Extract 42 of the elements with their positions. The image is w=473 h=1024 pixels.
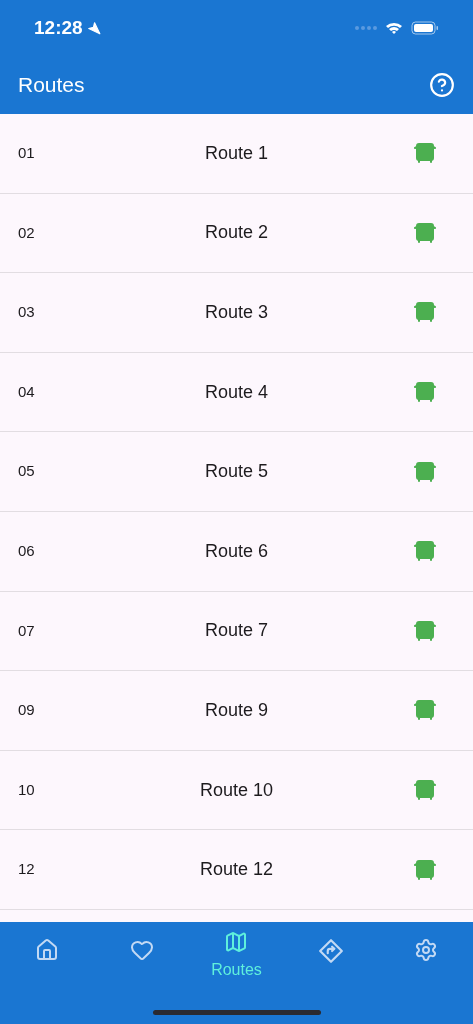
- route-row[interactable]: 12 Route 12: [0, 830, 473, 910]
- route-row[interactable]: 07 Route 7: [0, 591, 473, 672]
- route-row[interactable]: 01 Route 1: [0, 114, 473, 194]
- route-number: 03: [18, 302, 36, 323]
- map-icon: [224, 930, 249, 954]
- route-name: Route 4: [203, 380, 269, 404]
- route-number: 05: [18, 461, 36, 482]
- route-name: Route 3: [203, 301, 269, 324]
- route-number: 12: [18, 859, 36, 880]
- status-time: 12:28: [34, 15, 83, 40]
- route-row[interactable]: 06 Route 6: [0, 511, 473, 592]
- route-name: Route 2: [203, 221, 269, 245]
- turn-sign-icon: [318, 938, 345, 964]
- home-icon: [35, 938, 60, 962]
- route-number: 09: [18, 700, 36, 721]
- route-row[interactable]: 02 Route 2: [0, 193, 473, 274]
- heart-icon: [129, 938, 154, 962]
- route-row[interactable]: 03 Route 3: [0, 273, 473, 353]
- app-bar-title: Routes: [18, 72, 86, 99]
- route-name: Route 6: [203, 539, 269, 563]
- wifi-icon: [385, 21, 403, 35]
- route-name: Route 7: [203, 619, 269, 643]
- route-name: Route 1: [203, 141, 269, 165]
- route-number: 07: [18, 620, 36, 641]
- route-number: 06: [18, 541, 36, 561]
- route-number: 04: [18, 381, 36, 402]
- signal-icon: [355, 26, 377, 30]
- route-number: 01: [18, 143, 36, 164]
- route-name: Route 12: [198, 858, 275, 882]
- help-button[interactable]: [429, 72, 455, 98]
- route-name: Route 5: [203, 460, 269, 484]
- route-row[interactable]: 04 Route 4: [0, 352, 473, 433]
- route-row[interactable]: 05 Route 5: [0, 432, 473, 512]
- settings-icon: [413, 938, 438, 962]
- route-name: Route 9: [203, 698, 269, 722]
- location-icon: [86, 21, 101, 35]
- route-name: Route 10: [198, 778, 275, 802]
- route-row[interactable]: 09 Route 9: [0, 671, 473, 751]
- route-number: 02: [18, 222, 36, 243]
- route-row[interactable]: 10 Route 10: [0, 750, 473, 831]
- battery-icon: [411, 21, 439, 35]
- route-number: 10: [18, 779, 36, 800]
